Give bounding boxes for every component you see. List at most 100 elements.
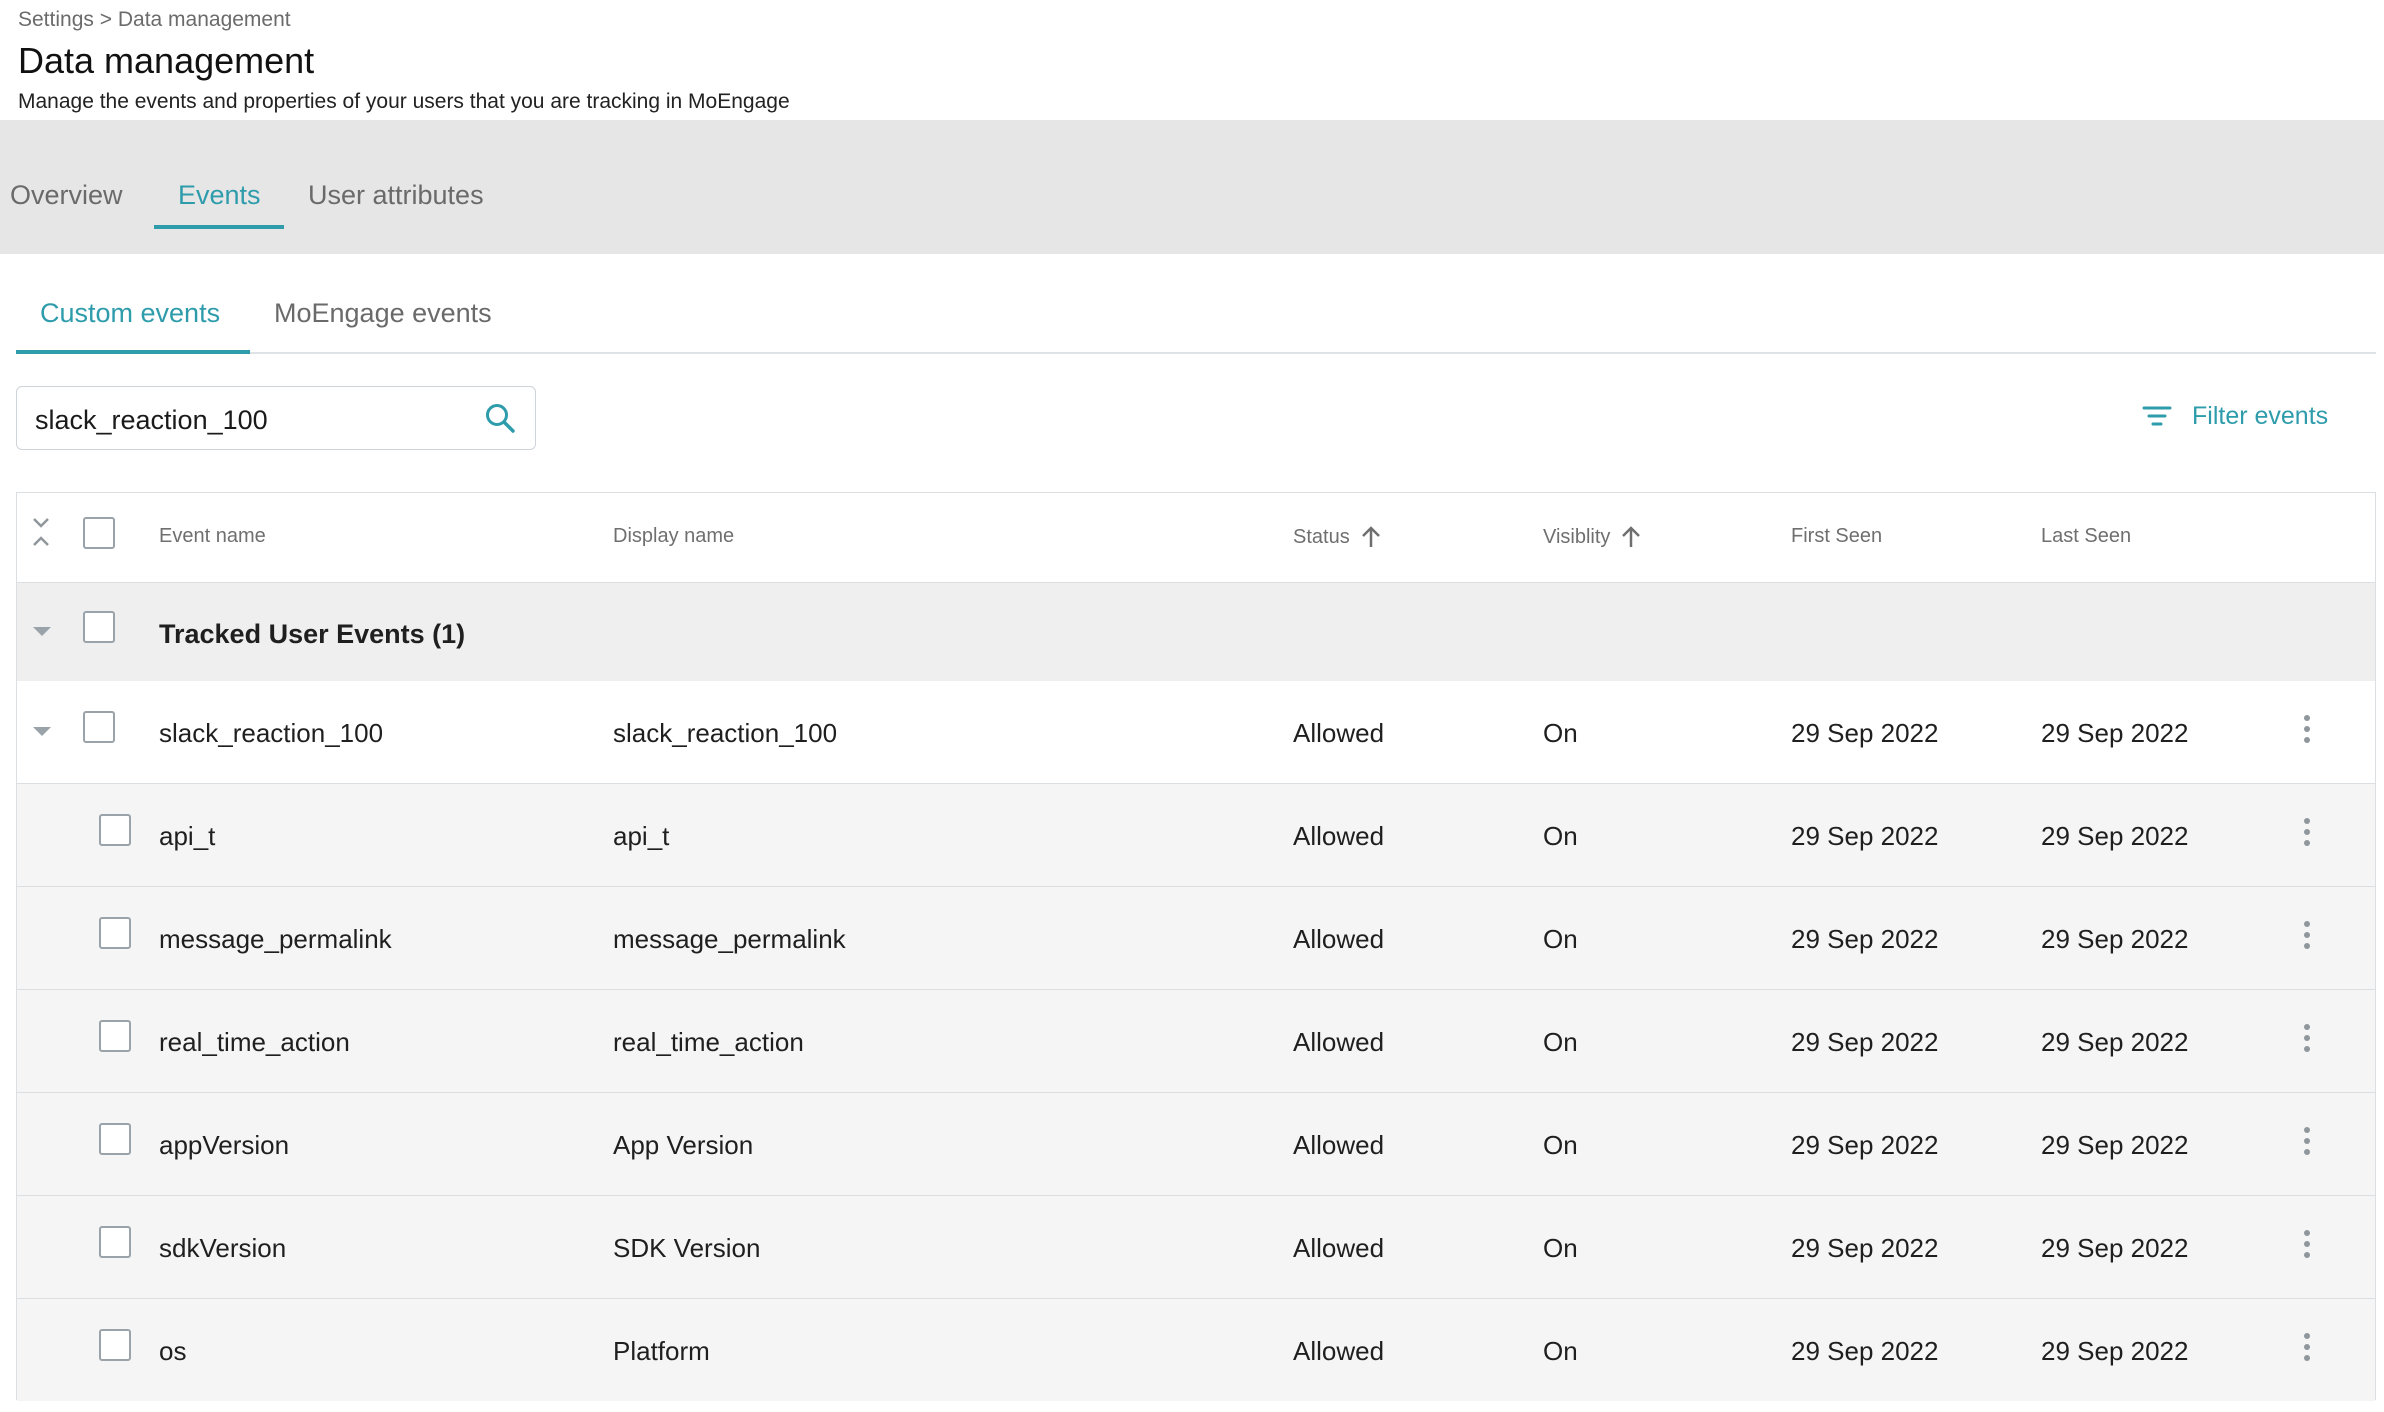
table-row[interactable]: real_time_action real_time_action Allowe… <box>17 989 2375 1092</box>
events-table: Event name Display name Status Visiblity… <box>16 492 2376 1401</box>
row-checkbox[interactable] <box>99 1226 131 1258</box>
select-all-checkbox[interactable] <box>83 517 115 549</box>
column-display-name[interactable]: Display name <box>613 525 734 548</box>
event-name-cell[interactable]: os <box>159 1336 186 1367</box>
column-event-name[interactable]: Event name <box>159 525 266 548</box>
row-checkbox[interactable] <box>83 711 115 743</box>
event-search-box[interactable]: slack_reaction_100 <box>16 386 536 450</box>
event-name-cell[interactable]: sdkVersion <box>159 1233 286 1264</box>
search-icon[interactable] <box>483 401 517 435</box>
tab-user-attributes[interactable]: User attributes <box>308 182 484 234</box>
events-subtabs: Custom events MoEngage events <box>0 254 2384 354</box>
first-seen-cell: 29 Sep 2022 <box>1791 1233 1939 1263</box>
display-name-cell: real_time_action <box>613 1027 804 1057</box>
breadcrumb-settings[interactable]: Settings <box>18 8 94 31</box>
column-last-seen[interactable]: Last Seen <box>2041 525 2131 548</box>
column-first-seen[interactable]: First Seen <box>1791 525 1882 548</box>
last-seen-cell: 29 Sep 2022 <box>2041 1130 2189 1160</box>
last-seen-cell: 29 Sep 2022 <box>2041 1336 2189 1366</box>
table-row[interactable]: api_t api_t Allowed On 29 Sep 2022 29 Se… <box>17 783 2375 886</box>
subtab-moengage-events[interactable]: MoEngage events <box>274 298 492 329</box>
last-seen-cell: 29 Sep 2022 <box>2041 1233 2189 1263</box>
event-name-cell[interactable]: api_t <box>159 821 215 852</box>
event-name-cell[interactable]: appVersion <box>159 1130 289 1161</box>
more-options-icon[interactable] <box>2303 715 2311 745</box>
display-name-cell: Platform <box>613 1336 710 1366</box>
display-name-cell: api_t <box>613 821 670 851</box>
filter-icon <box>2142 406 2172 426</box>
display-name-cell: slack_reaction_100 <box>613 718 838 748</box>
row-checkbox[interactable] <box>99 917 131 949</box>
status-cell: Allowed <box>1293 1027 1385 1057</box>
subtab-custom-events[interactable]: Custom events <box>40 298 220 329</box>
table-row[interactable]: sdkVersion SDK Version Allowed On 29 Sep… <box>17 1195 2375 1298</box>
page-subtitle: Manage the events and properties of your… <box>18 90 790 113</box>
breadcrumb: Settings > Data management <box>18 8 291 32</box>
first-seen-cell: 29 Sep 2022 <box>1791 1130 1939 1160</box>
row-checkbox[interactable] <box>99 814 131 846</box>
more-options-icon[interactable] <box>2303 1230 2311 1260</box>
sort-ascending-icon[interactable] <box>1360 525 1382 549</box>
more-options-icon[interactable] <box>2303 818 2311 848</box>
search-input[interactable]: slack_reaction_100 <box>35 405 268 436</box>
main-tabbar: Overview Events User attributes <box>0 120 2384 254</box>
active-subtab-indicator <box>16 350 250 354</box>
sort-ascending-icon[interactable] <box>1620 525 1642 549</box>
display-name-cell: SDK Version <box>613 1233 761 1263</box>
filter-events-button[interactable]: Filter events <box>2140 396 2328 436</box>
chevron-down-icon[interactable] <box>33 627 51 636</box>
status-cell: Allowed <box>1293 1130 1385 1160</box>
display-name-cell: message_permalink <box>613 924 846 954</box>
first-seen-cell: 29 Sep 2022 <box>1791 821 1939 851</box>
breadcrumb-current: Data management <box>117 8 291 31</box>
visibility-cell: On <box>1543 1336 1578 1366</box>
breadcrumb-separator: > <box>99 8 112 31</box>
row-checkbox[interactable] <box>99 1020 131 1052</box>
row-checkbox[interactable] <box>99 1329 131 1361</box>
event-name-cell[interactable]: real_time_action <box>159 1027 350 1058</box>
first-seen-cell: 29 Sep 2022 <box>1791 924 1939 954</box>
table-row[interactable]: appVersion App Version Allowed On 29 Sep… <box>17 1092 2375 1195</box>
status-cell: Allowed <box>1293 718 1385 748</box>
event-name-cell[interactable]: message_permalink <box>159 924 392 955</box>
table-row[interactable]: os Platform Allowed On 29 Sep 2022 29 Se… <box>17 1298 2375 1401</box>
more-options-icon[interactable] <box>2303 1024 2311 1054</box>
tab-overview[interactable]: Overview <box>10 182 123 234</box>
table-row[interactable]: message_permalink message_permalink Allo… <box>17 886 2375 989</box>
page-title: Data management <box>18 40 315 81</box>
collapse-all-icon[interactable] <box>31 515 51 549</box>
column-status[interactable]: Status <box>1293 525 1382 549</box>
chevron-down-icon[interactable] <box>33 727 51 736</box>
event-name-cell[interactable]: slack_reaction_100 <box>159 718 383 749</box>
group-title: Tracked User Events (1) <box>159 619 466 649</box>
visibility-cell: On <box>1543 1130 1578 1160</box>
last-seen-cell: 29 Sep 2022 <box>2041 821 2189 851</box>
last-seen-cell: 29 Sep 2022 <box>2041 718 2189 748</box>
last-seen-cell: 29 Sep 2022 <box>2041 924 2189 954</box>
visibility-cell: On <box>1543 924 1578 954</box>
group-checkbox[interactable] <box>83 611 115 643</box>
status-cell: Allowed <box>1293 1336 1385 1366</box>
table-header: Event name Display name Status Visiblity… <box>17 493 2375 583</box>
display-name-cell: App Version <box>613 1130 754 1160</box>
status-cell: Allowed <box>1293 924 1385 954</box>
first-seen-cell: 29 Sep 2022 <box>1791 1336 1939 1366</box>
first-seen-cell: 29 Sep 2022 <box>1791 718 1939 748</box>
table-row[interactable]: slack_reaction_100 slack_reaction_100 Al… <box>17 681 2375 784</box>
filter-events-label: Filter events <box>2192 401 2329 430</box>
group-tracked-user-events[interactable]: Tracked User Events (1) <box>17 583 2375 681</box>
active-tab-indicator <box>154 225 284 229</box>
more-options-icon[interactable] <box>2303 1127 2311 1157</box>
visibility-cell: On <box>1543 821 1578 851</box>
more-options-icon[interactable] <box>2303 1333 2311 1363</box>
status-cell: Allowed <box>1293 821 1385 851</box>
visibility-cell: On <box>1543 1027 1578 1057</box>
first-seen-cell: 29 Sep 2022 <box>1791 1027 1939 1057</box>
row-checkbox[interactable] <box>99 1123 131 1155</box>
status-cell: Allowed <box>1293 1233 1385 1263</box>
visibility-cell: On <box>1543 1233 1578 1263</box>
last-seen-cell: 29 Sep 2022 <box>2041 1027 2189 1057</box>
column-visibility[interactable]: Visiblity <box>1543 525 1642 549</box>
more-options-icon[interactable] <box>2303 921 2311 951</box>
page-header: Settings > Data management Data manageme… <box>0 0 2384 120</box>
